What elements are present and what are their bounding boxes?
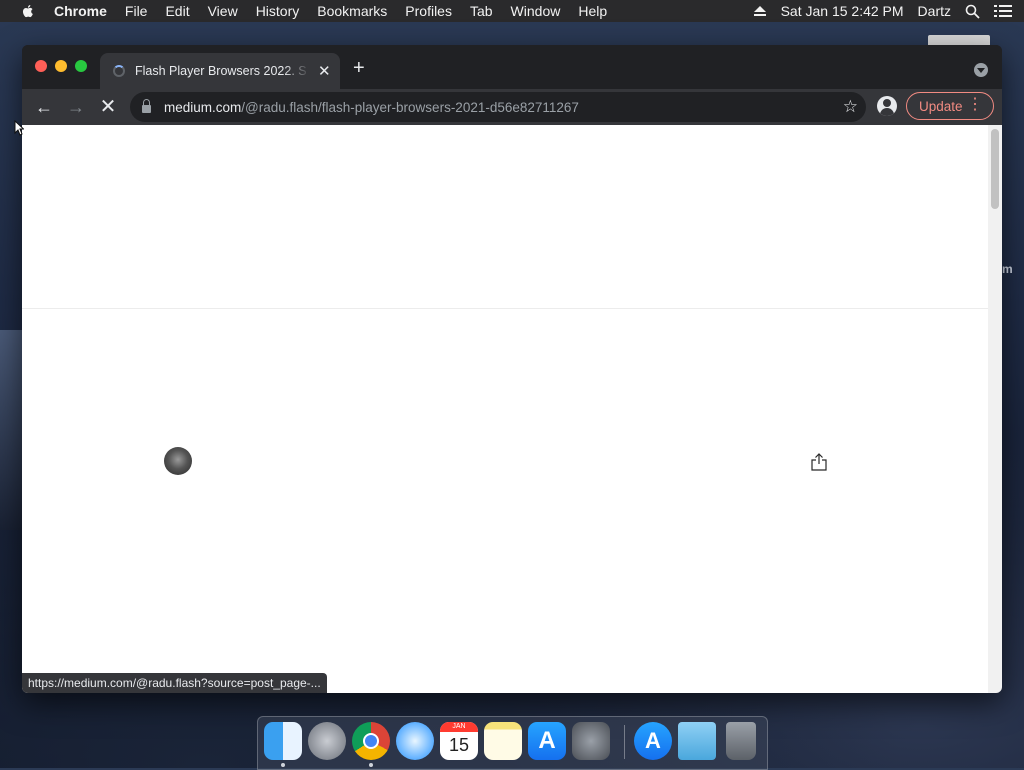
- menu-extras: Sat Jan 15 2:42 PM Dartz: [753, 0, 1012, 22]
- app-store-icon[interactable]: A: [528, 722, 566, 760]
- new-tab-button[interactable]: +: [353, 58, 365, 78]
- desktop-label-fragment: m: [1002, 262, 1013, 276]
- close-window-button[interactable]: [35, 60, 47, 72]
- clock[interactable]: Sat Jan 15 2:42 PM: [781, 3, 904, 19]
- link-status-bubble: https://medium.com/@radu.flash?source=po…: [22, 673, 327, 693]
- eject-icon[interactable]: [753, 5, 767, 17]
- stop-loading-button[interactable]: ✕: [96, 95, 120, 119]
- apple-menu-icon[interactable]: [20, 3, 36, 19]
- tab-close-icon[interactable]: ✕: [318, 62, 331, 80]
- forward-button[interactable]: →: [64, 95, 88, 119]
- dock-running-indicator: [281, 763, 285, 767]
- zoom-window-button[interactable]: [75, 60, 87, 72]
- menu-help[interactable]: Help: [578, 3, 607, 19]
- downloads-folder-icon[interactable]: [678, 722, 716, 760]
- author-avatar[interactable]: [164, 447, 192, 475]
- notification-center-icon[interactable]: [994, 4, 1012, 18]
- tab-strip: Flash Player Browsers 2022. S ✕ +: [22, 45, 1002, 89]
- page-scrollbar[interactable]: [988, 125, 1002, 693]
- finder-icon[interactable]: [264, 722, 302, 760]
- app-store-folder-icon[interactable]: A: [634, 722, 672, 760]
- url-path: /@radu.flash/flash-player-browsers-2021-…: [241, 99, 579, 115]
- wallpaper-peak: [0, 330, 24, 530]
- address-bar[interactable]: medium.com/@radu.flash/flash-player-brow…: [130, 92, 866, 122]
- menu-view[interactable]: View: [208, 3, 238, 19]
- mouse-cursor-icon: [14, 120, 24, 136]
- calendar-month: JAN: [440, 722, 478, 732]
- menu-window[interactable]: Window: [511, 3, 561, 19]
- dock-separator: [624, 725, 625, 759]
- menu-history[interactable]: History: [256, 3, 300, 19]
- share-icon[interactable]: [811, 453, 827, 471]
- browser-toolbar: ← → ✕ medium.com/@radu.flash/flash-playe…: [22, 89, 1002, 125]
- profile-avatar-icon[interactable]: [877, 96, 897, 116]
- scrollbar-thumb[interactable]: [991, 129, 999, 209]
- tab-search-icon[interactable]: [974, 63, 988, 77]
- launchpad-icon[interactable]: [308, 722, 346, 760]
- update-label: Update: [919, 98, 963, 114]
- notes-icon[interactable]: [484, 722, 522, 760]
- url-text: medium.com/@radu.flash/flash-player-brow…: [164, 100, 579, 115]
- menu-bar: Chrome File Edit View History Bookmarks …: [0, 0, 1024, 22]
- menu-edit[interactable]: Edit: [165, 3, 189, 19]
- url-host: medium.com: [164, 99, 242, 115]
- menu-file[interactable]: File: [125, 3, 148, 19]
- loading-spinner-icon: [113, 65, 125, 77]
- trash-icon[interactable]: [726, 722, 756, 760]
- more-menu-icon[interactable]: ⋮: [967, 97, 983, 113]
- dock: JAN 15 A A: [257, 716, 768, 770]
- dock-running-indicator: [369, 763, 373, 767]
- spotlight-search-icon[interactable]: [965, 4, 980, 19]
- lock-icon[interactable]: [142, 99, 151, 113]
- safari-icon[interactable]: [396, 722, 434, 760]
- tab-title: Flash Player Browsers 2022. S: [135, 64, 307, 78]
- page-content: [22, 125, 988, 693]
- calendar-day: 15: [448, 735, 470, 755]
- minimize-window-button[interactable]: [55, 60, 67, 72]
- menu-profiles[interactable]: Profiles: [405, 3, 452, 19]
- header-divider: [22, 308, 988, 309]
- menu-tab[interactable]: Tab: [470, 3, 493, 19]
- bookmark-star-icon[interactable]: ☆: [843, 97, 858, 117]
- menu-app-name[interactable]: Chrome: [54, 3, 107, 19]
- update-button[interactable]: Update ⋮: [906, 92, 994, 120]
- back-button[interactable]: ←: [32, 95, 56, 119]
- user-name[interactable]: Dartz: [918, 3, 951, 19]
- chrome-icon[interactable]: [352, 722, 390, 760]
- tab-active[interactable]: Flash Player Browsers 2022. S ✕: [100, 53, 340, 89]
- chrome-window: Flash Player Browsers 2022. S ✕ + ← → ✕ …: [22, 45, 1002, 693]
- menu-bookmarks[interactable]: Bookmarks: [317, 3, 387, 19]
- calendar-icon[interactable]: JAN 15: [440, 722, 478, 760]
- system-preferences-icon[interactable]: [572, 722, 610, 760]
